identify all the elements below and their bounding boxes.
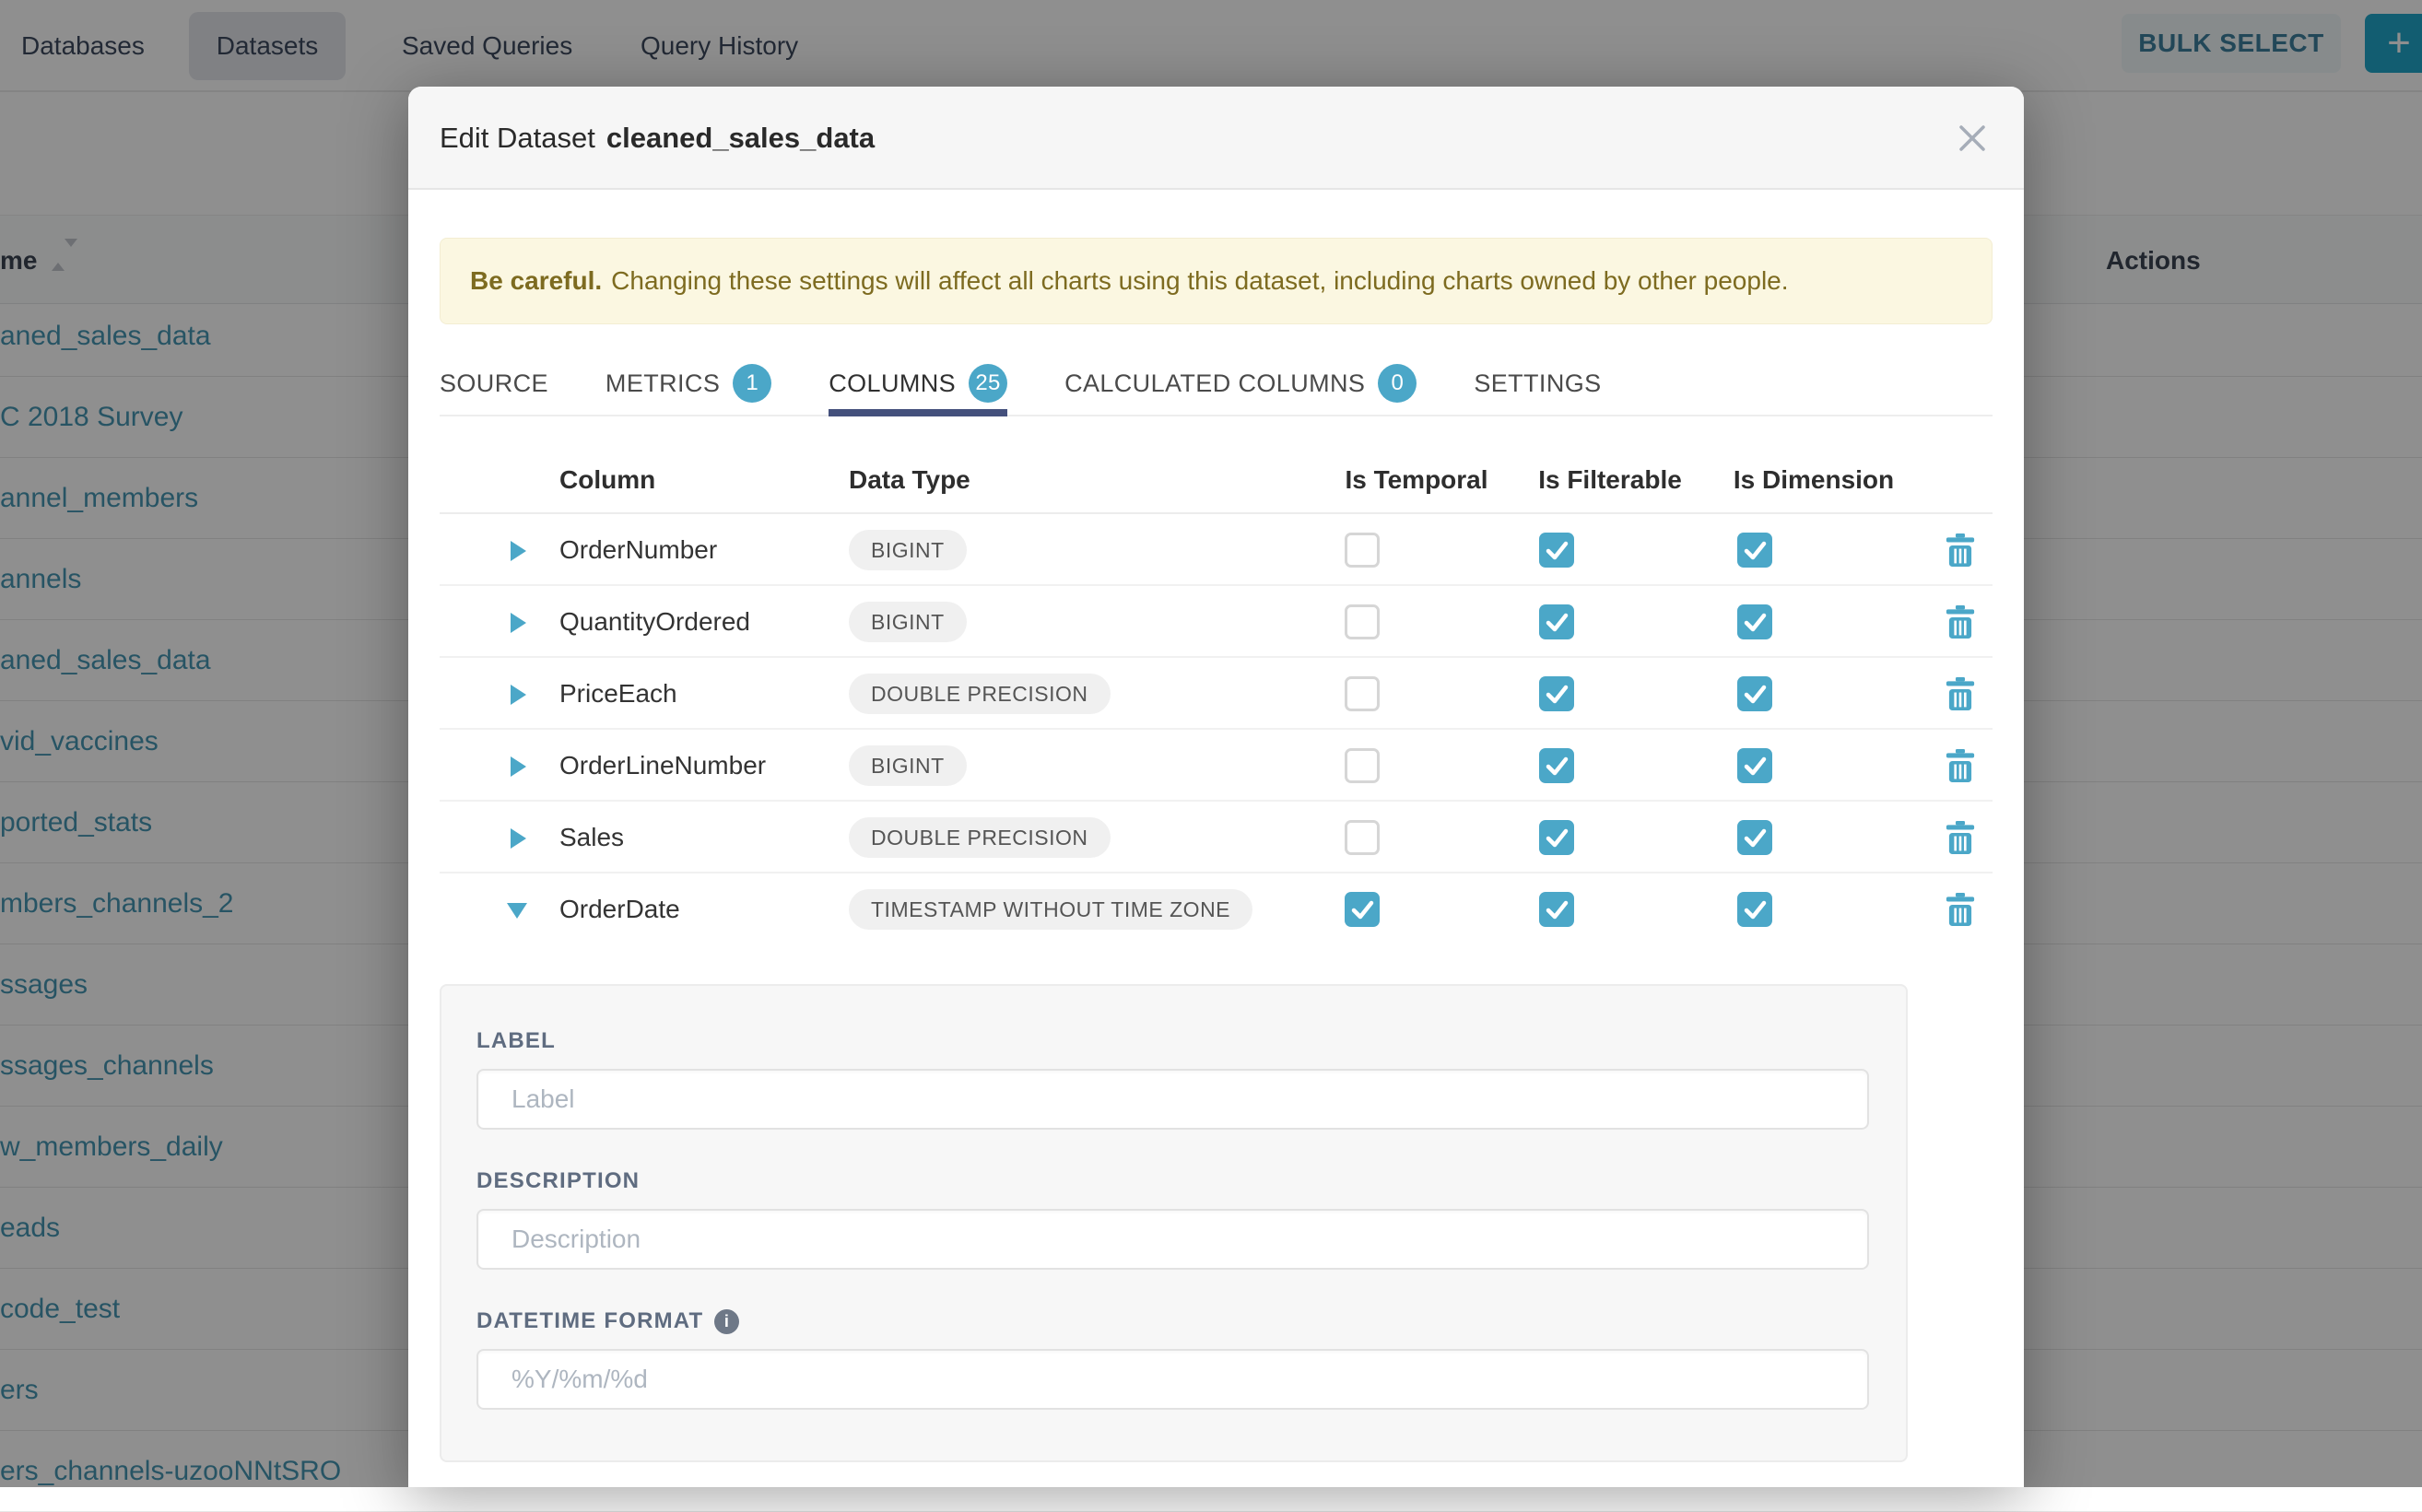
is-dimension-checkbox[interactable] xyxy=(1737,892,1772,927)
is-filterable-checkbox[interactable] xyxy=(1539,748,1574,783)
is-filterable-checkbox[interactable] xyxy=(1539,676,1574,711)
description-input[interactable] xyxy=(476,1209,1869,1270)
modal-title-dataset-name: cleaned_sales_data xyxy=(606,122,875,154)
column-row-orderlinenumber: OrderLineNumber BIGINT xyxy=(440,730,1993,802)
is-temporal-checkbox[interactable] xyxy=(1345,533,1380,568)
column-detail-panel: LABEL DESCRIPTION DATETIME FORMAT i xyxy=(440,984,1908,1462)
columns-table-header: Column Data Type Is Temporal Is Filterable I… xyxy=(440,446,1993,514)
description-field-label-text: DESCRIPTION xyxy=(476,1168,640,1194)
column-header-is-temporal: Is Temporal xyxy=(1345,446,1487,514)
expand-caret-icon[interactable] xyxy=(511,685,526,705)
column-name: Sales xyxy=(559,802,624,873)
datetime-format-label-text: DATETIME FORMAT xyxy=(476,1308,703,1334)
tab-columns[interactable]: COLUMNS 25 xyxy=(829,352,1007,415)
delete-column-icon[interactable] xyxy=(1946,605,1975,639)
is-filterable-checkbox[interactable] xyxy=(1539,533,1574,568)
edit-dataset-modal: Edit Dataset cleaned_sales_data Be carefu… xyxy=(408,87,2024,1487)
delete-column-icon[interactable] xyxy=(1946,533,1975,567)
label-field-label-text: LABEL xyxy=(476,1028,556,1054)
close-icon[interactable] xyxy=(1956,122,1989,155)
info-icon[interactable]: i xyxy=(714,1309,739,1334)
datasets-page: { "nav": { "items": [ { "label": "Databa… xyxy=(0,0,2422,1487)
tab-label: SOURCE xyxy=(440,369,548,398)
column-header-is-dimension: Is Dimension xyxy=(1734,446,1894,514)
data-type-badge: DOUBLE PRECISION xyxy=(849,674,1111,714)
tab-count-badge: 25 xyxy=(969,364,1007,403)
modal-title-prefix: Edit Dataset xyxy=(440,122,595,154)
is-temporal-checkbox[interactable] xyxy=(1345,748,1380,783)
datetime-format-field-label: DATETIME FORMAT i xyxy=(476,1308,1871,1334)
is-filterable-checkbox[interactable] xyxy=(1539,604,1574,639)
column-row-orderdate: OrderDate TIMESTAMP WITHOUT TIME ZONE xyxy=(440,873,1993,945)
is-temporal-checkbox[interactable] xyxy=(1345,676,1380,711)
expand-caret-icon[interactable] xyxy=(511,756,526,777)
expand-caret-icon[interactable] xyxy=(511,828,526,849)
column-name: QuantityOrdered xyxy=(559,586,750,658)
column-header-column: Column xyxy=(559,446,655,514)
delete-column-icon[interactable] xyxy=(1946,749,1975,782)
is-temporal-checkbox[interactable] xyxy=(1345,820,1380,855)
data-type-badge: DOUBLE PRECISION xyxy=(849,817,1111,858)
is-filterable-checkbox[interactable] xyxy=(1539,820,1574,855)
is-dimension-checkbox[interactable] xyxy=(1737,748,1772,783)
warning-banner-bold: Be careful. xyxy=(470,266,602,296)
column-name: OrderDate xyxy=(559,873,680,945)
column-header-data-type: Data Type xyxy=(849,446,970,514)
column-row-ordernumber: OrderNumber BIGINT xyxy=(440,514,1993,586)
column-name: OrderNumber xyxy=(559,514,717,586)
tab-label: METRICS xyxy=(606,369,720,398)
warning-banner: Be careful. Changing these settings will… xyxy=(440,238,1993,324)
expand-caret-icon[interactable] xyxy=(511,613,526,633)
is-dimension-checkbox[interactable] xyxy=(1737,604,1772,639)
tab-count-badge: 0 xyxy=(1378,364,1417,403)
warning-banner-text: Changing these settings will affect all … xyxy=(611,266,1788,296)
tab-metrics[interactable]: METRICS 1 xyxy=(606,352,771,415)
label-input[interactable] xyxy=(476,1069,1869,1130)
column-row-quantityordered: QuantityOrdered BIGINT xyxy=(440,586,1993,658)
column-name: OrderLineNumber xyxy=(559,730,766,802)
tab-count-badge: 1 xyxy=(733,364,771,403)
tab-label: CALCULATED COLUMNS xyxy=(1064,369,1365,398)
delete-column-icon[interactable] xyxy=(1946,677,1975,710)
data-type-badge: TIMESTAMP WITHOUT TIME ZONE xyxy=(849,889,1252,930)
data-type-badge: BIGINT xyxy=(849,745,967,786)
modal-tabs: SOURCE METRICS 1 COLUMNS 25 CALCULATED COLUMN… xyxy=(440,352,1993,416)
tab-source[interactable]: SOURCE xyxy=(440,352,548,415)
tab-label: COLUMNS xyxy=(829,369,956,398)
label-field-label: LABEL xyxy=(476,1028,1871,1054)
modal-title: Edit Dataset cleaned_sales_data xyxy=(440,87,875,190)
column-name: PriceEach xyxy=(559,658,677,730)
is-dimension-checkbox[interactable] xyxy=(1737,676,1772,711)
is-dimension-checkbox[interactable] xyxy=(1737,820,1772,855)
expand-caret-icon[interactable] xyxy=(511,541,526,561)
is-dimension-checkbox[interactable] xyxy=(1737,533,1772,568)
column-row-sales: Sales DOUBLE PRECISION xyxy=(440,802,1993,873)
modal-header: Edit Dataset cleaned_sales_data xyxy=(408,87,2024,190)
tab-label: SETTINGS xyxy=(1474,369,1601,398)
delete-column-icon[interactable] xyxy=(1946,821,1975,854)
delete-column-icon[interactable] xyxy=(1946,893,1975,926)
tab-settings[interactable]: SETTINGS xyxy=(1474,352,1601,415)
description-field-label: DESCRIPTION xyxy=(476,1168,1871,1194)
data-type-badge: BIGINT xyxy=(849,602,967,642)
datetime-format-input[interactable] xyxy=(476,1349,1869,1410)
collapse-caret-icon[interactable] xyxy=(507,903,527,919)
is-temporal-checkbox[interactable] xyxy=(1345,604,1380,639)
column-row-priceeach: PriceEach DOUBLE PRECISION xyxy=(440,658,1993,730)
column-header-is-filterable: Is Filterable xyxy=(1538,446,1682,514)
is-filterable-checkbox[interactable] xyxy=(1539,892,1574,927)
data-type-badge: BIGINT xyxy=(849,530,967,570)
is-temporal-checkbox[interactable] xyxy=(1345,892,1380,927)
tab-calculated-columns[interactable]: CALCULATED COLUMNS 0 xyxy=(1064,352,1417,415)
